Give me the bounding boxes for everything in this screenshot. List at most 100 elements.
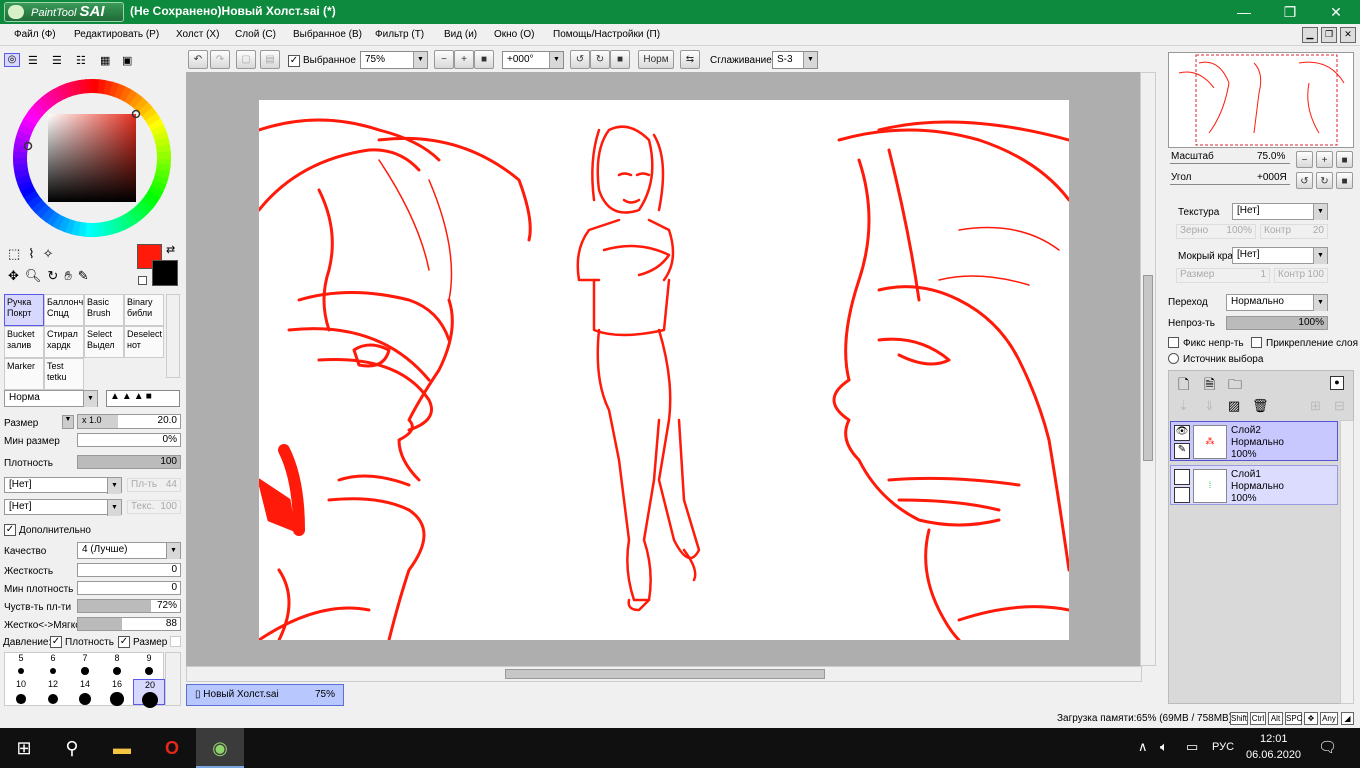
brush-shape-dropdown[interactable]: [Нет] ▼ (4, 477, 122, 494)
brush-size-preset[interactable]: 8 (101, 653, 133, 679)
rotate-left-button[interactable]: ↺ (570, 50, 590, 69)
brush-size-preset[interactable]: 12 (37, 679, 69, 705)
tool-grid-scrollbar[interactable] (166, 294, 180, 378)
rotate-right-button[interactable]: ↻ (590, 50, 610, 69)
nav-rotate-right-button[interactable]: ↻ (1316, 172, 1333, 189)
nav-rotate-reset-button[interactable]: ■ (1336, 172, 1353, 189)
menu-edit[interactable]: Редактировать (Р) (74, 29, 159, 40)
new-mask-icon[interactable]: ● (1330, 376, 1344, 390)
menu-view[interactable]: Вид (и) (444, 29, 477, 40)
canvas-horizontal-scrollbar[interactable] (186, 666, 1142, 682)
any-key-indicator[interactable]: Any (1320, 712, 1338, 725)
menu-layer[interactable]: Слой (С) (235, 29, 276, 40)
lasso-icon[interactable]: ⌇ (28, 246, 42, 261)
brush-texture-dropdown[interactable]: [Нет] ▼ (4, 499, 122, 516)
canvas-vertical-scrollbar[interactable] (1140, 72, 1156, 666)
texture-contrast-field[interactable]: Контр 20 (1260, 224, 1328, 239)
hand-icon[interactable]: ✋︎ (64, 268, 77, 283)
brush-size-preset[interactable]: 20 (133, 679, 165, 708)
hardness-slider[interactable]: 0 (77, 563, 181, 577)
speaker-icon[interactable]: 🔈︎ (1160, 739, 1168, 755)
vertical-scroll-thumb[interactable] (1143, 275, 1153, 461)
layer-blend-dropdown[interactable]: Нормально ▼ (1226, 294, 1328, 311)
layer-row[interactable]: 👁︎ ✎ ⁂ Слой2 Нормально 100% (1170, 421, 1338, 461)
sensitivity-slider[interactable]: 72% (77, 599, 181, 613)
brush-tool-preset[interactable]: Deselect нот (124, 326, 164, 358)
layer-opacity-slider[interactable]: 100% (1226, 316, 1328, 330)
nav-zoom-slider[interactable] (1170, 163, 1290, 164)
undo-button[interactable]: ↶ (188, 50, 208, 69)
zoom-dropdown[interactable]: 75% ▼ (360, 51, 428, 69)
menu-filter[interactable]: Фильтр (Т) (375, 29, 424, 40)
norm-button[interactable]: Норм (638, 50, 674, 69)
menu-selection[interactable]: Выбранное (В) (293, 29, 362, 40)
advanced-checkbox[interactable]: ✓ (4, 524, 16, 536)
pressure-density-checkbox[interactable]: ✓ (50, 636, 62, 648)
minimize-button[interactable]: — (1221, 0, 1267, 24)
rotate-icon[interactable]: ↻ (47, 268, 64, 283)
brush-tool-preset[interactable]: Basic Brush (84, 294, 124, 326)
canvas-viewport[interactable] (186, 72, 1156, 666)
eye-icon[interactable] (1174, 469, 1190, 485)
maximize-button[interactable]: ❐ (1267, 0, 1313, 24)
fix-opacity-checkbox[interactable] (1168, 337, 1179, 348)
color-wheel[interactable] (6, 72, 178, 244)
apply-mask-icon[interactable]: ⊞ (1310, 398, 1321, 414)
grain-field[interactable]: Зерно 100% (1176, 224, 1256, 239)
rect-select-icon[interactable]: ⬚ (8, 246, 28, 261)
ctrl-key-indicator[interactable]: Ctrl (1250, 712, 1266, 725)
eye-icon[interactable]: 👁︎ (1174, 425, 1190, 441)
quality-dropdown[interactable]: 4 (Лучше) ▼ (77, 542, 181, 559)
brush-tool-preset[interactable]: Marker (4, 358, 44, 390)
min-density-slider[interactable]: 0 (77, 581, 181, 595)
new-linework-layer-icon[interactable]: 🗎 (1204, 374, 1215, 398)
brush-size-preset[interactable]: 16 (101, 679, 133, 706)
layer-row[interactable]: ⁞ Слой1 Нормально 100% (1170, 465, 1338, 505)
new-folder-icon[interactable]: 🗀 (1228, 374, 1242, 398)
nav-rotate-left-button[interactable]: ↺ (1296, 172, 1313, 189)
brush-tool-preset[interactable]: Binary библи (124, 294, 164, 326)
merge-down-icon[interactable]: ⇓ (1204, 398, 1215, 414)
notification-icon[interactable]: 🗨︎ (1318, 738, 1337, 756)
wet-edge-dropdown[interactable]: [Нет] ▼ (1232, 247, 1328, 264)
nav-zoom-reset-button[interactable]: ■ (1336, 151, 1353, 168)
layers-scrollbar[interactable] (1340, 420, 1354, 704)
trash-icon[interactable]: 🗑︎ (1252, 398, 1269, 414)
size-slider[interactable]: x 1.0 20.0 (77, 414, 181, 429)
smoothing-dropdown[interactable]: S-3 ▼ (772, 51, 818, 69)
softness-slider[interactable]: 88 (77, 617, 181, 631)
clear-layer-icon[interactable]: ▨ (1228, 398, 1240, 414)
invert-selection-button[interactable]: ▤ (260, 50, 280, 69)
brush-shape-strength[interactable]: Пл-ть 44 (127, 478, 181, 492)
transparent-color-icon[interactable] (138, 276, 147, 285)
brush-tool-preset[interactable]: Баллонч Спцд (44, 294, 84, 326)
close-button[interactable]: ✕ (1313, 0, 1359, 24)
search-icon[interactable]: ⚲ (48, 728, 96, 768)
rgb-slider-tab[interactable]: ☰ (28, 54, 38, 67)
network-icon[interactable]: ▭ (1186, 739, 1198, 755)
eyedropper-icon[interactable]: ✎ (78, 268, 95, 283)
selection-checkbox[interactable]: ✓ (288, 55, 300, 67)
layer-texture-dropdown[interactable]: [Нет] ▼ (1232, 203, 1328, 220)
menu-help[interactable]: Помощь/Настройки (П) (553, 29, 660, 40)
navigator-preview[interactable] (1168, 52, 1354, 148)
brush-size-preset[interactable]: 6 (37, 653, 69, 679)
move-icon[interactable]: ✥ (8, 268, 25, 283)
alt-key-indicator[interactable]: Alt (1268, 712, 1283, 725)
brush-tool-preset[interactable]: Select Выдел (84, 326, 124, 358)
pressure-extra-checkbox[interactable] (170, 636, 181, 647)
hsv-slider-tab[interactable]: ☰ (52, 54, 62, 67)
brush-tool-preset[interactable]: Стирал хардк (44, 326, 84, 358)
flip-horizontal-button[interactable]: ⇆ (680, 50, 700, 69)
selection-source-radio[interactable] (1168, 353, 1179, 364)
size-palette-scrollbar[interactable] (165, 652, 181, 706)
opera-icon[interactable]: O (148, 728, 196, 768)
clip-layer-checkbox[interactable] (1251, 337, 1262, 348)
brush-size-preset[interactable]: 7 (69, 653, 101, 679)
brush-size-preset[interactable]: 9 (133, 653, 165, 679)
nav-angle-slider[interactable] (1170, 184, 1290, 185)
painttool-sai-taskbar-icon[interactable]: ◉ (196, 728, 244, 768)
swatch-tab[interactable]: ▦ (100, 54, 110, 67)
blend-mode-dropdown[interactable]: Норма ▼ (4, 390, 98, 407)
secondary-color-swatch[interactable] (152, 260, 178, 286)
